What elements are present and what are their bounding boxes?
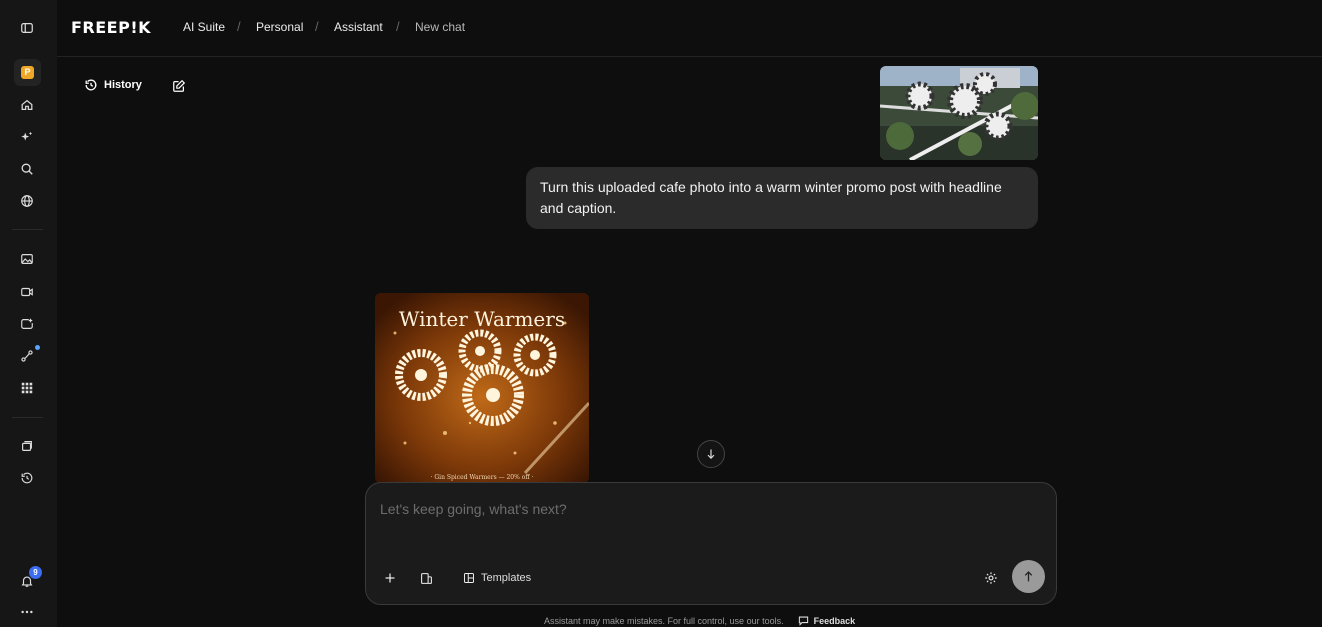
- sidebar: P 9: [0, 0, 57, 627]
- freepik-logo[interactable]: FREEP!K: [71, 18, 151, 37]
- breadcrumb-separator: /: [315, 19, 319, 34]
- breadcrumb-ai-suite[interactable]: AI Suite: [183, 20, 225, 34]
- user-message-bubble: Turn this uploaded cafe photo into a war…: [526, 167, 1038, 229]
- user-message-text: Turn this uploaded cafe photo into a war…: [540, 179, 1002, 216]
- chat-bubble-icon: [798, 616, 808, 626]
- library-icon[interactable]: [17, 436, 37, 456]
- breadcrumb-new-chat: New chat: [415, 20, 466, 34]
- disclaimer-text: Assistant may make mistakes. For full co…: [544, 615, 784, 626]
- scroll-to-bottom-button[interactable]: [697, 440, 725, 468]
- templates-label: Templates: [481, 572, 532, 584]
- sidebar-divider: [12, 229, 43, 230]
- all-tools-icon[interactable]: [17, 378, 37, 398]
- globe-icon[interactable]: [17, 191, 37, 211]
- chat-composer: Templates: [365, 482, 1057, 605]
- workspace-switcher[interactable]: P: [14, 59, 41, 86]
- breadcrumb-personal[interactable]: Personal: [256, 20, 303, 34]
- footer: Assistant may make mistakes. For full co…: [544, 615, 855, 626]
- templates-icon: [464, 573, 474, 583]
- assets-button[interactable]: [420, 568, 433, 588]
- sparkle-icon[interactable]: [17, 127, 37, 147]
- workspace-initial: P: [21, 66, 34, 79]
- arrow-up-icon: [1024, 571, 1033, 582]
- assets-icon: [421, 572, 432, 584]
- history-icon: [85, 79, 97, 91]
- history-button[interactable]: History: [84, 78, 142, 92]
- breadcrumb-separator: /: [237, 19, 241, 34]
- feedback-label: Feedback: [813, 615, 856, 626]
- notification-count-badge: 9: [29, 566, 42, 579]
- add-attachment-button[interactable]: [384, 568, 396, 588]
- arrow-down-icon: [707, 449, 715, 459]
- send-button[interactable]: [1012, 560, 1045, 593]
- sidebar-divider: [12, 417, 43, 418]
- history-icon[interactable]: [17, 468, 37, 488]
- image-editor-icon[interactable]: [17, 314, 37, 334]
- search-icon[interactable]: [17, 159, 37, 179]
- new-chat-icon[interactable]: [172, 79, 186, 93]
- chat-input[interactable]: [380, 501, 1020, 541]
- breadcrumb-assistant[interactable]: Assistant: [334, 20, 383, 34]
- more-icon[interactable]: [17, 602, 37, 622]
- workflow-icon[interactable]: [17, 346, 37, 366]
- plus-icon: [385, 573, 395, 583]
- cafe-photo-thumbnail: [880, 66, 1038, 160]
- settings-button[interactable]: [984, 568, 998, 588]
- video-generator-icon[interactable]: [17, 282, 37, 302]
- promo-caption: · Gin Spiced Warmers — 20% off ·: [430, 474, 534, 481]
- promo-headline: Winter Warmers: [398, 307, 566, 331]
- uploaded-cafe-photo[interactable]: [880, 66, 1038, 160]
- home-icon[interactable]: [17, 95, 37, 115]
- image-generator-icon[interactable]: [17, 249, 37, 269]
- history-label: History: [104, 79, 142, 91]
- feedback-link[interactable]: Feedback: [798, 615, 856, 626]
- toggle-sidebar-icon[interactable]: [17, 18, 37, 38]
- top-bar: FREEP!K AI Suite / Personal / Assistant …: [57, 0, 1322, 57]
- gear-icon: [985, 572, 997, 584]
- breadcrumb-separator: /: [396, 19, 400, 34]
- new-feature-dot: [35, 345, 40, 350]
- generated-promo-image[interactable]: Winter Warmers · Gin Spiced Warmers — 20…: [375, 293, 589, 483]
- templates-button[interactable]: Templates: [463, 568, 531, 588]
